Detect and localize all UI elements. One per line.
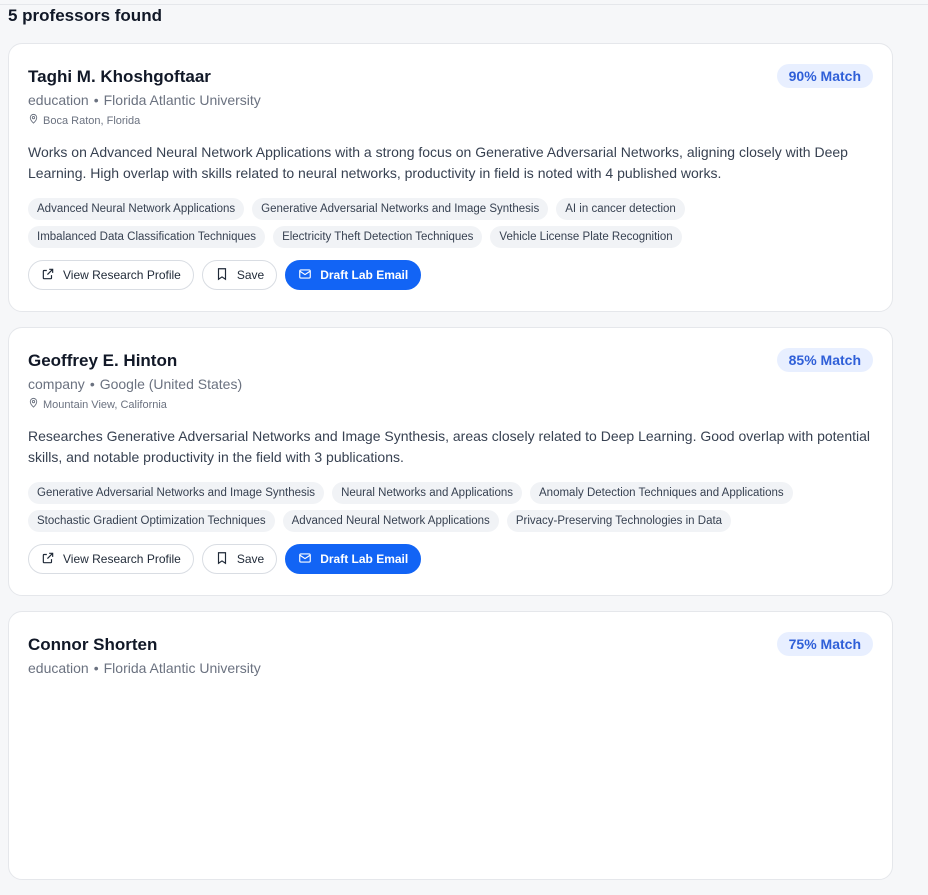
institution: Florida Atlantic University	[103, 660, 261, 676]
research-tag: Stochastic Gradient Optimization Techniq…	[28, 510, 275, 532]
location: Mountain View, California	[28, 397, 873, 412]
save-button[interactable]: Save	[201, 544, 278, 574]
institution: Florida Atlantic University	[103, 92, 261, 108]
sector: education	[28, 92, 89, 108]
view-profile-label: View Research Profile	[63, 268, 181, 282]
map-pin-icon	[28, 113, 39, 128]
save-label: Save	[236, 552, 265, 566]
research-tag: Advanced Neural Network Applications	[28, 198, 245, 220]
affiliation: education • Florida Atlantic University	[28, 659, 873, 677]
research-tag: Generative Adversarial Networks and Imag…	[28, 482, 325, 504]
professor-card: Connor Shorten 75% Match education • Flori…	[8, 611, 893, 880]
mail-icon	[298, 267, 312, 284]
professor-name: Geoffrey E. Hinton	[28, 351, 178, 370]
research-tag: Anomaly Detection Techniques and Applica…	[530, 482, 793, 504]
draft-email-label: Draft Lab Email	[320, 268, 409, 282]
separator-dot: •	[93, 660, 99, 676]
mail-icon	[298, 551, 312, 568]
research-tag: Neural Networks and Applications	[332, 482, 523, 504]
match-summary: Works on Advanced Neural Network Applica…	[28, 144, 848, 181]
view-profile-label: View Research Profile	[63, 552, 181, 566]
location: Boca Raton, Florida	[28, 113, 873, 128]
draft-lab-email-button[interactable]: Draft Lab Email	[285, 544, 422, 574]
sector: company	[28, 376, 85, 392]
bookmark-icon	[215, 267, 229, 284]
draft-email-label: Draft Lab Email	[320, 552, 409, 566]
institution: Google (United States)	[99, 376, 243, 392]
external-link-icon	[41, 267, 55, 284]
location-text: Mountain View, California	[43, 398, 167, 411]
research-tags: Advanced Neural Network Applications Gen…	[28, 198, 873, 248]
top-divider	[0, 4, 928, 5]
card-actions: View Research Profile Save Draft Lab Ema…	[28, 260, 873, 290]
view-research-profile-button[interactable]: View Research Profile	[28, 544, 194, 574]
match-summary: Researches Generative Adversarial Networ…	[28, 428, 871, 465]
professor-card: Geoffrey E. Hinton 85% Match company • Goo…	[8, 327, 893, 596]
sector: education	[28, 660, 89, 676]
affiliation: education • Florida Atlantic University	[28, 91, 873, 109]
research-tag: Generative Adversarial Networks and Imag…	[252, 198, 549, 220]
research-tag: Imbalanced Data Classification Technique…	[28, 226, 266, 248]
save-button[interactable]: Save	[201, 260, 278, 290]
match-badge: 90% Match	[776, 64, 873, 88]
research-tag: Advanced Neural Network Applications	[282, 510, 499, 532]
separator-dot: •	[89, 376, 95, 392]
professor-list: Taghi M. Khoshgoftaar 90% Match educatio…	[8, 43, 893, 895]
location-text: Boca Raton, Florida	[43, 114, 141, 127]
research-tags: Generative Adversarial Networks and Imag…	[28, 482, 873, 532]
bookmark-icon	[215, 551, 229, 568]
map-pin-icon	[28, 397, 39, 412]
draft-lab-email-button[interactable]: Draft Lab Email	[285, 260, 422, 290]
external-link-icon	[41, 551, 55, 568]
research-tag: Electricity Theft Detection Techniques	[273, 226, 483, 248]
professor-name: Connor Shorten	[28, 635, 158, 654]
professor-name: Taghi M. Khoshgoftaar	[28, 67, 211, 86]
view-research-profile-button[interactable]: View Research Profile	[28, 260, 194, 290]
results-count: 5 professors found	[8, 6, 162, 25]
research-tag: Vehicle License Plate Recognition	[490, 226, 682, 248]
professor-card: Taghi M. Khoshgoftaar 90% Match educatio…	[8, 43, 893, 312]
affiliation: company • Google (United States)	[28, 375, 873, 393]
research-tag: AI in cancer detection	[556, 198, 685, 220]
match-badge: 85% Match	[776, 348, 873, 372]
match-badge: 75% Match	[776, 632, 873, 656]
save-label: Save	[236, 268, 265, 282]
separator-dot: •	[93, 92, 99, 108]
card-actions: View Research Profile Save Draft Lab Ema…	[28, 544, 873, 574]
research-tag: Privacy-Preserving Technologies in Data	[506, 510, 732, 532]
